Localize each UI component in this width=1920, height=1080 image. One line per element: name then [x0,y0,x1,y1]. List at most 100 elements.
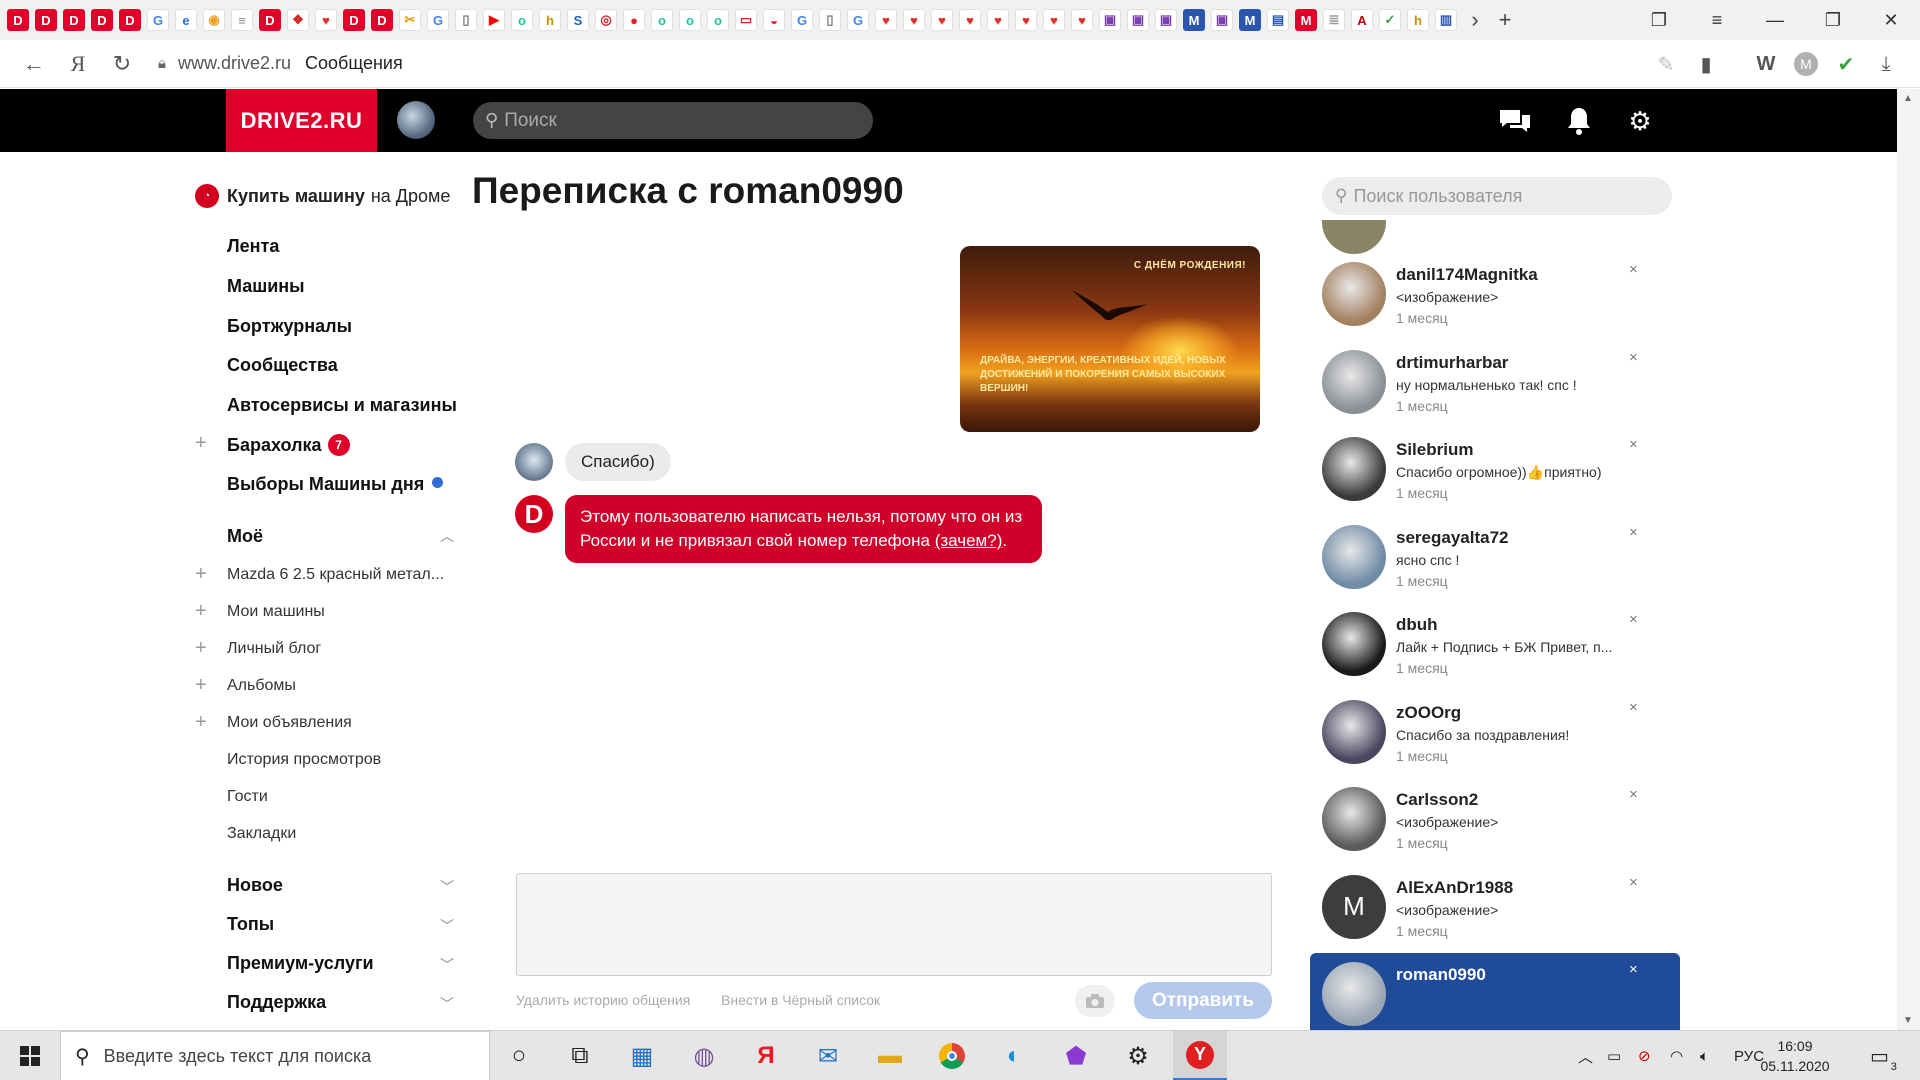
protect-extension-icon[interactable]: ✔ [1826,44,1866,84]
site-search-input[interactable]: ⚲ Поиск [473,102,873,139]
expand-plus-icon[interactable]: + [195,637,207,660]
blacklist-link[interactable]: Внести в Чёрный список [721,992,880,1008]
url-field[interactable]: 🔒︎ www.drive2.ru Сообщения [150,46,403,82]
downloads-icon[interactable]: ⤓ [1866,44,1906,84]
new-tab-icon[interactable]: + [1490,5,1520,35]
sidebar-section-tops[interactable]: Топы [227,914,274,935]
dialog-username[interactable]: Silebrium [1396,440,1473,460]
edit-icon[interactable]: ✎ [1646,44,1686,84]
wiki-extension-icon[interactable]: W [1746,44,1786,84]
sidebar-item-car-of-day[interactable]: Выборы Машины дня [227,474,444,495]
tab-favicon-icon[interactable]: M [1295,9,1317,31]
sidebar-item-logbooks[interactable]: Бортжурналы [227,316,352,337]
tab-favicon-icon[interactable]: D [91,9,113,31]
tab-favicon-icon[interactable]: ◉ [203,9,225,31]
scroll-down-icon[interactable]: ▼ [1903,1015,1913,1026]
close-dialog-icon[interactable]: × [1629,961,1638,978]
buy-car-link[interactable]: ◔ Купить машину на Дроме [195,180,470,212]
close-dialog-icon[interactable]: × [1629,611,1638,628]
sidebar-item-my-ads[interactable]: Мои объявления [227,714,352,732]
why-link[interactable]: (зачем?) [935,531,1003,550]
tab-favicon-icon[interactable]: ▥ [1435,9,1457,31]
close-window-icon[interactable]: ✕ [1862,0,1920,40]
tab-favicon-icon[interactable]: ● [623,9,645,31]
page-scrollbar[interactable]: ▲ ▼ [1897,89,1920,1030]
tab-favicon-icon[interactable]: ❖ [287,9,309,31]
settings-app-icon[interactable]: ⚙ [1111,1031,1165,1080]
account-icon[interactable]: M [1786,44,1826,84]
tab-favicon-icon[interactable]: ▣ [1155,9,1177,31]
tab-favicon-icon[interactable]: ◒ [763,9,785,31]
dialog-avatar[interactable] [1322,962,1386,1026]
tab-favicon-icon[interactable]: ▣ [1127,9,1149,31]
dialog-avatar[interactable] [1322,437,1386,501]
tab-favicon-icon[interactable]: ♥ [903,9,925,31]
task-view-circle-icon[interactable]: ○ [492,1031,546,1080]
tab-favicon-icon[interactable]: M [1239,9,1261,31]
dialog-username[interactable]: dbuh [1396,615,1438,635]
minimize-icon[interactable]: — [1746,0,1804,40]
tab-favicon-icon[interactable]: G [147,9,169,31]
browser-menu-icon[interactable]: ≡ [1688,0,1746,40]
sidebar-item-communities[interactable]: Сообщества [227,355,338,376]
dialog-item[interactable]: zOOOrg Спасибо за поздравления! 1 месяц × [1310,691,1680,778]
mine-section-title[interactable]: Моё [227,526,263,547]
tab-favicon-icon[interactable]: ✓ [1379,9,1401,31]
taskbar-search-input[interactable]: ⚲ Введите здесь текст для поиска [60,1031,490,1080]
send-button[interactable]: Отправить [1134,982,1272,1019]
expand-plus-icon[interactable]: + [195,563,207,586]
close-dialog-icon[interactable]: × [1629,786,1638,803]
tab-favicon-icon[interactable]: o [707,9,729,31]
expand-plus-icon[interactable]: + [195,600,207,623]
viber-icon[interactable]: ◍ [677,1031,731,1080]
dialog-username[interactable]: danil174Magnitka [1396,265,1538,285]
dialog-item[interactable]: Silebrium Спасибо огромное))👍приятно) 1 ме… [1310,428,1680,515]
wifi-icon[interactable]: ◠ [1670,1031,1683,1080]
sidebar-section-new[interactable]: Новое [227,875,283,896]
dialog-avatar[interactable] [1322,787,1386,851]
dialog-username[interactable]: seregayalta72 [1396,528,1508,548]
chevron-down-icon[interactable]: ﹀ [440,916,454,936]
close-dialog-icon[interactable]: × [1629,349,1638,366]
tab-favicon-icon[interactable]: ♥ [1015,9,1037,31]
tab-favicon-icon[interactable]: ✂ [399,9,421,31]
explorer-icon[interactable]: ▬ [863,1031,917,1080]
tab-favicon-icon[interactable]: G [847,9,869,31]
tab-favicon-icon[interactable]: o [511,9,533,31]
tab-favicon-icon[interactable]: D [259,9,281,31]
tab-favicon-icon[interactable]: ▯ [455,9,477,31]
windows-start-icon[interactable] [0,1031,60,1080]
expand-plus-icon[interactable]: + [195,674,207,697]
tab-favicon-icon[interactable]: D [7,9,29,31]
chrome-icon[interactable] [925,1031,979,1080]
tab-favicon-icon[interactable]: o [651,9,673,31]
tab-favicon-icon[interactable]: ▣ [1099,9,1121,31]
tab-favicon-icon[interactable]: ▯ [819,9,841,31]
tab-favicon-icon[interactable]: ♥ [959,9,981,31]
dialog-item[interactable]: drtimurharbar ну нормальненько так! спс !… [1310,341,1680,428]
dialog-avatar[interactable] [1322,524,1386,589]
reload-icon[interactable]: ↻ [100,42,144,86]
partial-dialog-avatar[interactable] [1322,220,1386,254]
tab-favicon-icon[interactable]: ▣ [1211,9,1233,31]
tray-overflow-icon[interactable]: ︿ [1578,1031,1593,1080]
birthday-card-image[interactable]: С ДНЁМ РОЖДЕНИЯ! ДРАЙВА, ЭНЕРГИИ, КРЕАТИ… [960,246,1260,432]
tab-favicon-icon[interactable]: ≣ [1323,9,1345,31]
dialog-username[interactable]: roman0990 [1396,965,1486,985]
sidebar-item-my-car[interactable]: Mazda 6 2.5 красный метал... [227,566,444,584]
tab-favicon-icon[interactable]: ♥ [987,9,1009,31]
sidebar-item-history[interactable]: История просмотров [227,751,381,769]
tab-favicon-icon[interactable]: ♥ [875,9,897,31]
dialog-item-active[interactable]: roman0990 × [1310,953,1680,1030]
close-dialog-icon[interactable]: × [1629,524,1638,541]
expand-plus-icon[interactable]: + [195,711,207,734]
edge-icon[interactable]: ◐ [987,1031,1041,1080]
sidebar-item-market[interactable]: + Барахолка 7 [195,432,470,464]
chevron-up-icon[interactable]: ︿ [440,526,454,546]
dialog-avatar[interactable] [1322,612,1386,676]
tab-favicon-icon[interactable]: D [371,9,393,31]
dialog-username[interactable]: Carlsson2 [1396,790,1478,810]
tab-favicon-icon[interactable]: D [35,9,57,31]
sidebar-item-cars[interactable]: Машины [227,276,305,297]
battery-icon[interactable]: ▭ [1607,1031,1621,1080]
